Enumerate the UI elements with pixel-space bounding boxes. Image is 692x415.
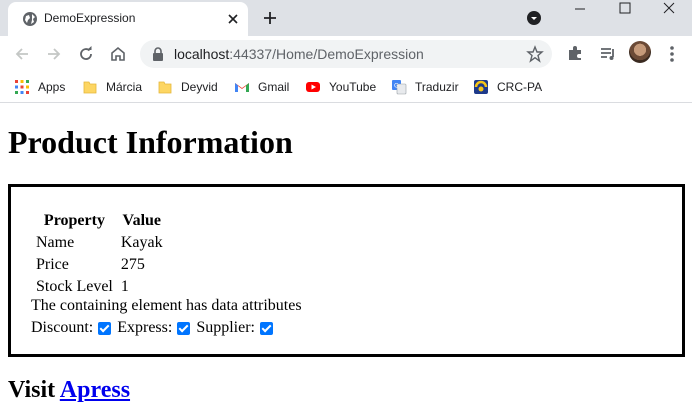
visit-prefix: Visit: [8, 377, 56, 403]
home-icon[interactable]: [108, 44, 128, 64]
express-label: Express:: [117, 319, 173, 336]
kebab-menu-icon[interactable]: [662, 44, 682, 64]
property-cell: Stock Level: [36, 278, 113, 295]
table-row: Name Kayak: [33, 233, 166, 253]
page-title: Product Information: [8, 124, 293, 160]
bookmark-youtube[interactable]: YouTube: [305, 77, 376, 97]
property-cell: Price: [36, 256, 69, 273]
bookmark-apps[interactable]: Apps: [14, 77, 65, 97]
back-icon[interactable]: [12, 44, 32, 64]
tab-strip: DemoExpression: [0, 0, 692, 36]
supplier-label: Supplier:: [196, 319, 255, 336]
browser-toolbar: localhost:44337/Home/DemoExpression: [0, 36, 692, 71]
forward-icon[interactable]: [44, 44, 64, 64]
supplier-checkbox[interactable]: [260, 321, 273, 335]
table-header-row: Property Value: [33, 211, 166, 231]
youtube-icon: [306, 82, 320, 92]
extensions-puzzle-icon[interactable]: [566, 44, 584, 62]
gmail-icon: [235, 83, 249, 92]
media-control-icon[interactable]: [598, 44, 618, 64]
translate-icon: G: [392, 80, 407, 95]
value-cell: 275: [120, 256, 145, 273]
bookmarks-bar: Apps Márcia Deyvid Gmail YouTube G Tradu…: [0, 71, 692, 103]
folder-icon: [158, 81, 172, 94]
bookmark-label: Traduzir: [415, 80, 459, 94]
profile-avatar[interactable]: [629, 41, 651, 63]
product-table: Property Value Name Kayak Price 275 Stoc…: [31, 209, 168, 299]
crc-icon: [474, 80, 488, 94]
window-close-icon[interactable]: [661, 0, 677, 16]
bookmark-label: Gmail: [258, 80, 290, 94]
column-header: Property: [43, 212, 105, 229]
table-row: Price 275: [33, 255, 166, 275]
tab-title: DemoExpression: [44, 11, 136, 25]
bookmark-label: Márcia: [106, 80, 143, 94]
visit-heading: Visit Apress: [8, 377, 130, 404]
address-bar[interactable]: localhost:44337/Home/DemoExpression: [140, 40, 552, 68]
discount-label: Discount:: [31, 319, 94, 336]
data-attributes-note: The containing element has data attribut…: [31, 297, 302, 314]
minimize-icon[interactable]: [572, 2, 588, 16]
property-cell: Name: [36, 234, 75, 251]
column-header: Value: [122, 212, 162, 229]
maximize-icon[interactable]: [617, 0, 633, 16]
bookmark-star-icon[interactable]: [526, 45, 544, 63]
tab-search-icon[interactable]: [526, 10, 542, 26]
bookmark-marcia[interactable]: Márcia: [82, 77, 142, 97]
bookmark-label: Deyvid: [181, 80, 218, 94]
table-row: Stock Level 1: [33, 277, 166, 297]
product-container: Property Value Name Kayak Price 275 Stoc…: [8, 184, 685, 357]
bookmark-label: YouTube: [329, 80, 377, 94]
express-checkbox[interactable]: [177, 321, 191, 335]
close-icon[interactable]: [224, 10, 242, 28]
reload-icon[interactable]: [76, 44, 96, 64]
tab-demoexpression[interactable]: DemoExpression: [8, 2, 248, 36]
bookmark-label: CRC-PA: [497, 80, 543, 94]
flags-row: Discount: Express: Supplier:: [31, 319, 279, 337]
bookmark-deyvid[interactable]: Deyvid: [157, 77, 218, 97]
url-text: localhost:44337/Home/DemoExpression: [174, 46, 424, 62]
folder-icon: [83, 81, 97, 94]
bookmark-crc-pa[interactable]: CRC-PA: [473, 77, 542, 97]
bookmark-label: Apps: [38, 80, 66, 94]
value-cell: 1: [120, 278, 129, 295]
globe-icon: [23, 12, 37, 26]
url-path: :44337/Home/DemoExpression: [229, 46, 424, 62]
value-cell: Kayak: [120, 234, 163, 251]
bookmark-gmail[interactable]: Gmail: [234, 77, 289, 97]
url-host: localhost: [174, 46, 230, 62]
new-tab-icon[interactable]: [260, 8, 280, 28]
bookmark-traduzir[interactable]: G Traduzir: [391, 77, 459, 97]
apress-link[interactable]: Apress: [60, 377, 130, 403]
apps-grid-icon: [15, 80, 29, 94]
discount-checkbox[interactable]: [98, 321, 112, 335]
page-content: Product Information Property Value Name …: [0, 104, 692, 415]
lock-icon[interactable]: [152, 47, 164, 61]
svg-text:G: G: [394, 83, 399, 90]
